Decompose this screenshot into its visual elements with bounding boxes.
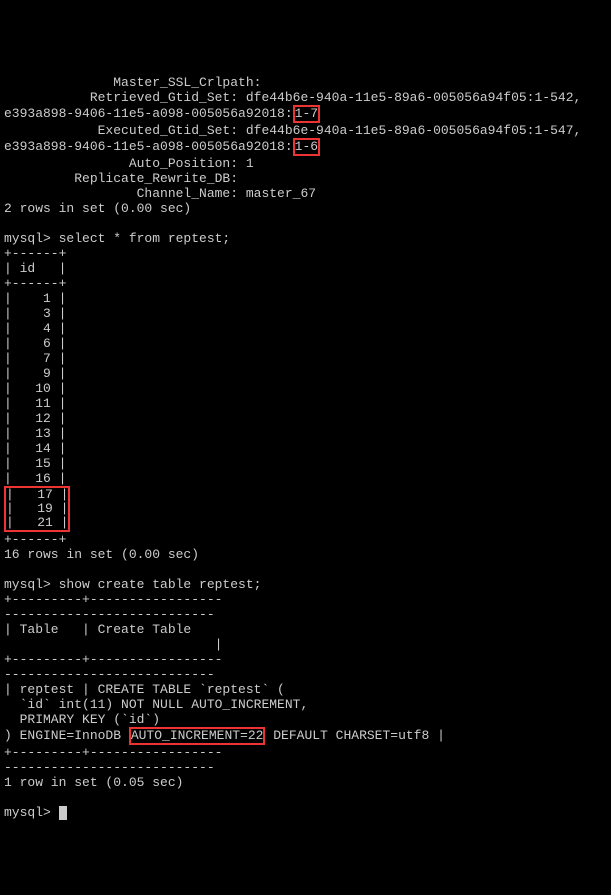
table-separator: +------+ <box>4 276 66 291</box>
status-line: Replicate_Rewrite_DB: <box>4 171 238 186</box>
result-footer: 1 row in set (0.05 sec) <box>4 775 183 790</box>
table-row: | 15 | <box>4 456 66 471</box>
mysql-prompt: mysql> <box>4 577 59 592</box>
table-row: | 17 | <box>6 487 68 502</box>
table-separator: +---------+----------------- <box>4 652 222 667</box>
dashes: --------------------------- <box>4 667 215 682</box>
result-footer: 16 rows in set (0.00 sec) <box>4 547 199 562</box>
table-row: | 7 | <box>4 351 66 366</box>
dashes: --------------------------- <box>4 760 215 775</box>
status-line: Executed_Gtid_Set: dfe44b6e-940a-11e5-89… <box>4 123 581 138</box>
table-separator: +------+ <box>4 532 66 547</box>
table-row: | 10 | <box>4 381 66 396</box>
highlight-new-rows: | 17 | | 19 | | 21 | <box>4 486 70 532</box>
status-line-prefix: e393a898-9406-11e5-a098-005056a92018: <box>4 139 293 154</box>
table-row: | 3 | <box>4 306 66 321</box>
table-row: | 11 | <box>4 396 66 411</box>
table-row: | 6 | <box>4 336 66 351</box>
table-row: | 16 | <box>4 471 66 486</box>
table-separator: +---------+----------------- <box>4 592 222 607</box>
table-row: | 9 | <box>4 366 66 381</box>
create-table-line: `id` int(11) NOT NULL AUTO_INCREMENT, <box>4 697 308 712</box>
table-row: | 21 | <box>6 515 68 530</box>
table-separator: +------+ <box>4 246 66 261</box>
cursor-icon[interactable] <box>59 806 67 820</box>
highlight-gtid-range-2: 1-6 <box>293 138 320 156</box>
status-line: 2 rows in set (0.00 sec) <box>4 201 191 216</box>
table-row: | 13 | <box>4 426 66 441</box>
blank-bar: | <box>4 637 222 652</box>
table-row: | 12 | <box>4 411 66 426</box>
dashes: --------------------------- <box>4 607 215 622</box>
status-line: Channel_Name: master_67 <box>4 186 316 201</box>
create-table-line-prefix: ) ENGINE=InnoDB <box>4 728 129 743</box>
status-line: Auto_Position: 1 <box>4 156 254 171</box>
mysql-prompt[interactable]: mysql> <box>4 805 59 820</box>
table-row: | 19 | <box>6 501 68 516</box>
table-header: | id | <box>4 261 66 276</box>
sql-query: show create table reptest; <box>59 577 262 592</box>
sql-query: select * from reptest; <box>59 231 231 246</box>
table-separator: +---------+----------------- <box>4 745 222 760</box>
status-line-prefix: e393a898-9406-11e5-a098-005056a92018: <box>4 106 293 121</box>
create-table-line: PRIMARY KEY (`id`) <box>4 712 160 727</box>
table-row: | 14 | <box>4 441 66 456</box>
table-header: | Table | Create Table <box>4 622 230 637</box>
table-row: | 4 | <box>4 321 66 336</box>
mysql-prompt: mysql> <box>4 231 59 246</box>
highlight-gtid-range-1: 1-7 <box>293 105 320 123</box>
status-line: Master_SSL_Crlpath: <box>4 75 261 90</box>
highlight-auto-increment: AUTO_INCREMENT=22 <box>129 727 266 745</box>
terminal-output: Master_SSL_Crlpath: Retrieved_Gtid_Set: … <box>0 60 611 820</box>
status-line: Retrieved_Gtid_Set: dfe44b6e-940a-11e5-8… <box>4 90 581 105</box>
table-row: | 1 | <box>4 291 66 306</box>
create-table-line: | reptest | CREATE TABLE `reptest` ( <box>4 682 285 697</box>
create-table-line-suffix: DEFAULT CHARSET=utf8 | <box>265 728 444 743</box>
